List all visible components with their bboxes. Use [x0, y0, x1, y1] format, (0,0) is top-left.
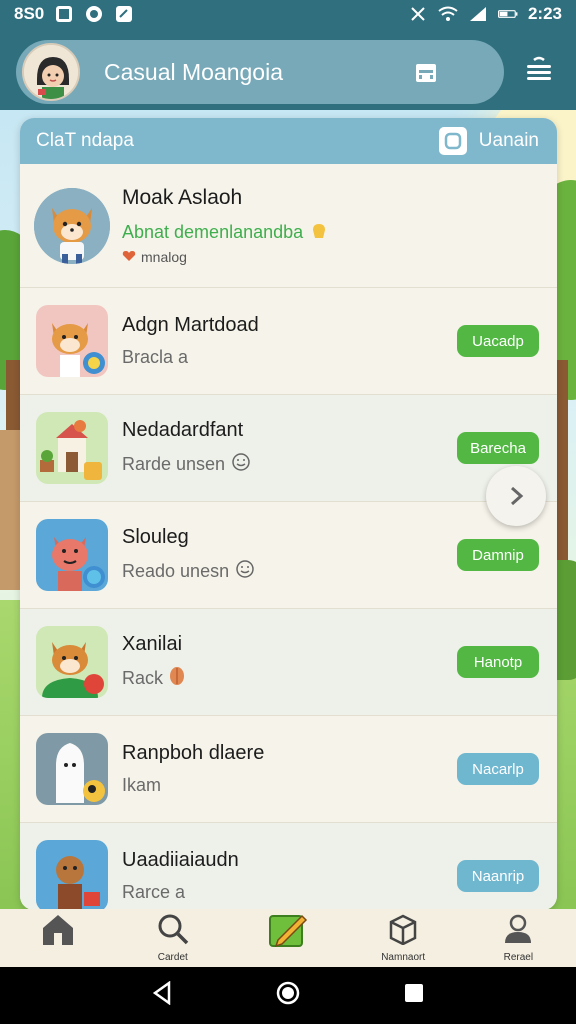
chevron-right-icon — [511, 486, 524, 506]
system-navigation-bar — [0, 967, 576, 1024]
chat-bubble-icon — [438, 127, 467, 155]
home-button-icon[interactable] — [275, 980, 301, 1011]
nav-label: Cardet — [157, 951, 188, 963]
nav-label: Rerael — [503, 951, 534, 963]
featured-item[interactable]: Moak Aslaoh Abnat demenlanandba mnalog — [20, 164, 557, 288]
signal-icon — [468, 4, 488, 24]
list-item[interactable]: Adgn Martdoad Bracla a Uacadp — [20, 288, 557, 395]
nav-profile[interactable]: Rerael — [473, 913, 563, 964]
calendar-icon[interactable] — [412, 58, 440, 86]
status-time: 8S0 — [14, 4, 45, 23]
app-title: Casual Moangoia — [104, 58, 284, 85]
hand-wave-icon — [309, 220, 329, 245]
chat-icon — [84, 4, 104, 24]
item-name: Nedadardfant — [122, 419, 244, 441]
item-action-button[interactable]: Damnip — [457, 539, 539, 571]
item-action-button[interactable]: Naanrip — [457, 860, 539, 892]
nav-edit[interactable] — [243, 910, 333, 967]
item-list: Adgn Martdoad Bracla a Uacadp Nedadardfa — [20, 288, 557, 910]
list-item[interactable]: Xanilai Rack Hanotp — [20, 609, 557, 716]
status-clock: 2:23 — [527, 4, 562, 23]
nav-inventory[interactable]: Namnaort — [358, 913, 448, 964]
back-icon[interactable] — [151, 980, 173, 1010]
featured-subtitle: Abnat demenlanandba — [122, 222, 304, 242]
item-subtitle: Ikam — [122, 775, 162, 795]
nav-label: Namnaort — [381, 951, 426, 963]
card-header-action[interactable]: Uanain — [438, 127, 539, 155]
character-thumbnail — [36, 840, 108, 910]
mute-icon — [408, 4, 428, 24]
ghost-thumbnail — [36, 733, 108, 805]
status-bar: 8S0 2:23 — [0, 0, 576, 28]
smile-icon — [235, 559, 255, 584]
item-name: Adgn Martdoad — [122, 314, 259, 336]
item-name: Xanilai — [122, 633, 183, 655]
fox-thumbnail — [36, 626, 108, 698]
featured-name: Moak Aslaoh — [122, 186, 243, 209]
card-title: ClaT ndapa — [36, 130, 134, 151]
list-item[interactable]: Slouleg Reado unesn Damnip — [20, 502, 557, 609]
item-subtitle: Bracla a — [122, 347, 189, 367]
featured-avatar — [34, 187, 110, 264]
nav-home[interactable] — [13, 911, 103, 966]
next-arrow-button[interactable] — [486, 466, 546, 526]
item-subtitle: Rarde unsen — [122, 454, 226, 474]
leaf-icon — [169, 666, 185, 691]
wifi-icon — [438, 4, 458, 24]
item-name: Slouleg — [122, 526, 189, 548]
list-item[interactable]: Nedadardfant Rarde unsen Barecha — [20, 395, 557, 502]
list-item[interactable]: Uaadiiaiaudn Rarce a Naanrip — [20, 823, 557, 910]
item-subtitle: Reado unesn — [122, 561, 230, 581]
home-icon — [40, 911, 76, 952]
item-action-button[interactable]: Nacarlp — [457, 753, 539, 785]
app-header: Casual Moangoia — [0, 28, 576, 110]
user-avatar[interactable] — [22, 43, 80, 101]
box-icon — [387, 913, 419, 950]
shop-thumbnail — [36, 412, 108, 484]
item-subtitle: Rack — [122, 668, 164, 688]
item-action-button[interactable]: Uacadp — [457, 325, 539, 357]
recents-icon[interactable] — [403, 982, 425, 1009]
featured-meta: mnalog — [141, 249, 187, 265]
heart-icon — [122, 249, 136, 265]
menu-icon[interactable] — [522, 52, 556, 86]
item-name: Uaadiiaiaudn — [122, 849, 239, 871]
header-pill: Casual Moangoia — [16, 40, 504, 104]
edit-icon — [268, 910, 308, 953]
nav-search[interactable]: Cardet — [128, 913, 218, 964]
battery-icon — [497, 4, 518, 24]
card-header-label: Uanain — [478, 130, 539, 151]
bottom-navigation: Cardet Namnaort Rerael — [0, 909, 576, 967]
item-subtitle: Rarce a — [122, 882, 186, 902]
item-name: Ranpboh dlaere — [122, 742, 265, 764]
profile-icon — [502, 913, 534, 950]
photo-icon — [54, 4, 74, 24]
smile-icon — [231, 452, 251, 477]
notification-icon — [114, 4, 134, 24]
card-header: ClaT ndapa Uanain — [20, 118, 557, 164]
search-icon — [157, 913, 189, 950]
list-card: ClaT ndapa Uanain Moak Aslaoh Abnat deme… — [20, 118, 557, 910]
list-item[interactable]: Ranpboh dlaere Ikam Nacarlp — [20, 716, 557, 823]
dog-thumbnail — [36, 305, 108, 377]
item-action-button[interactable]: Hanotp — [457, 646, 539, 678]
pig-thumbnail — [36, 519, 108, 591]
item-action-button[interactable]: Barecha — [457, 432, 539, 464]
